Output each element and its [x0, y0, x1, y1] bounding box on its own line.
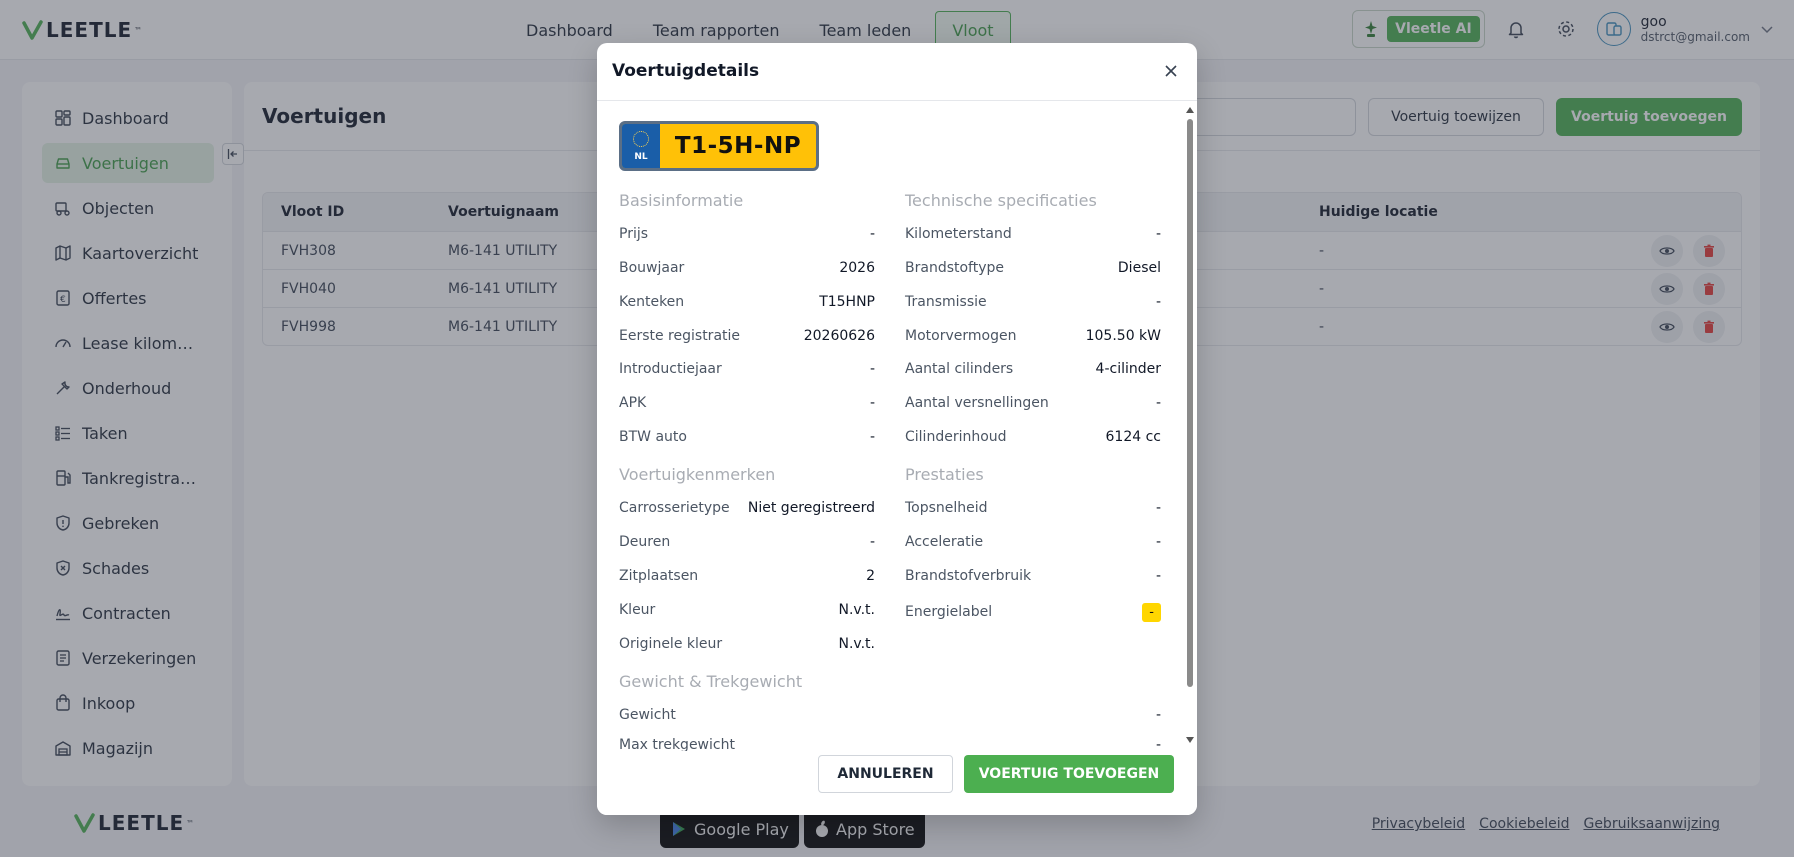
field-transmissie: Transmissie -	[905, 294, 1161, 310]
plate-country: NL	[634, 152, 648, 162]
close-button[interactable]	[1161, 61, 1181, 81]
modal-title: Voertuigdetails	[612, 61, 760, 81]
energy-label-badge: -	[1142, 602, 1161, 622]
plate-text: T1-5H-NP	[674, 133, 802, 159]
field-eerste-registratie: Eerste registratie 20260626	[619, 328, 875, 344]
license-plate: NL T1-5H-NP	[619, 121, 819, 171]
field-brandstoftype: Brandstoftype Diesel	[905, 260, 1161, 276]
field-cilinderinhoud: Cilinderinhoud 6124 cc	[905, 429, 1161, 445]
scroll-thumb[interactable]	[1187, 119, 1193, 687]
field-kilometerstand: Kilometerstand -	[905, 226, 1161, 242]
section-title-prestaties: Prestaties	[905, 465, 984, 484]
section-title-voertuigkenmerken: Voertuigkenmerken	[619, 465, 776, 484]
field-kleur: Kleur N.v.t.	[619, 602, 875, 618]
modal-scrollbar[interactable]	[1185, 105, 1195, 745]
field-motorvermogen: Motorvermogen 105.50 kW	[905, 328, 1161, 344]
modal-body: NL T1-5H-NP Basisinformatie Prijs - Bouwj…	[597, 101, 1185, 751]
field-originele-kleur: Originele kleur N.v.t.	[619, 636, 875, 652]
section-title-technische-specificaties: Technische specificaties	[905, 191, 1097, 210]
field-acceleratie: Acceleratie -	[905, 534, 1161, 550]
field-gewicht: Gewicht -	[619, 707, 1161, 723]
field-prijs: Prijs -	[619, 226, 875, 242]
add-vehicle-submit-button[interactable]: VOERTUIG TOEVOEGEN	[964, 755, 1174, 793]
field-max-trekgewicht: Max trekgewicht -	[619, 737, 1161, 751]
field-aantal-versnellingen: Aantal versnellingen -	[905, 395, 1161, 411]
section-title-gewicht: Gewicht & Trekgewicht	[619, 672, 803, 691]
field-topsnelheid: Topsnelheid -	[905, 500, 1161, 516]
field-aantal-cilinders: Aantal cilinders 4-cilinder	[905, 361, 1161, 377]
field-introductiejaar: Introductiejaar -	[619, 361, 875, 377]
field-kenteken: Kenteken T15HNP	[619, 294, 875, 310]
scroll-up-arrow[interactable]	[1186, 107, 1194, 113]
section-title-basisinformatie: Basisinformatie	[619, 191, 744, 210]
vehicle-details-modal: Voertuigdetails NL T1-5H-NP Basisinforma…	[597, 43, 1197, 815]
field-btw-auto: BTW auto -	[619, 429, 875, 445]
field-energielabel: Energielabel -	[905, 600, 1161, 624]
cancel-button[interactable]: ANNULEREN	[818, 755, 953, 793]
field-carrosserietype: Carrosserietype Niet geregistreerd	[619, 500, 875, 516]
field-bouwjaar: Bouwjaar 2026	[619, 260, 875, 276]
eu-stars-icon	[633, 131, 649, 147]
close-icon	[1165, 65, 1177, 77]
field-deuren: Deuren -	[619, 534, 875, 550]
plate-eu-band: NL	[622, 124, 660, 168]
field-zitplaatsen: Zitplaatsen 2	[619, 568, 875, 584]
field-brandstofverbruik: Brandstofverbruik -	[905, 568, 1161, 584]
scroll-down-arrow[interactable]	[1186, 737, 1194, 743]
field-apk: APK -	[619, 395, 875, 411]
modal-footer: ANNULEREN VOERTUIG TOEVOEGEN	[597, 751, 1197, 815]
